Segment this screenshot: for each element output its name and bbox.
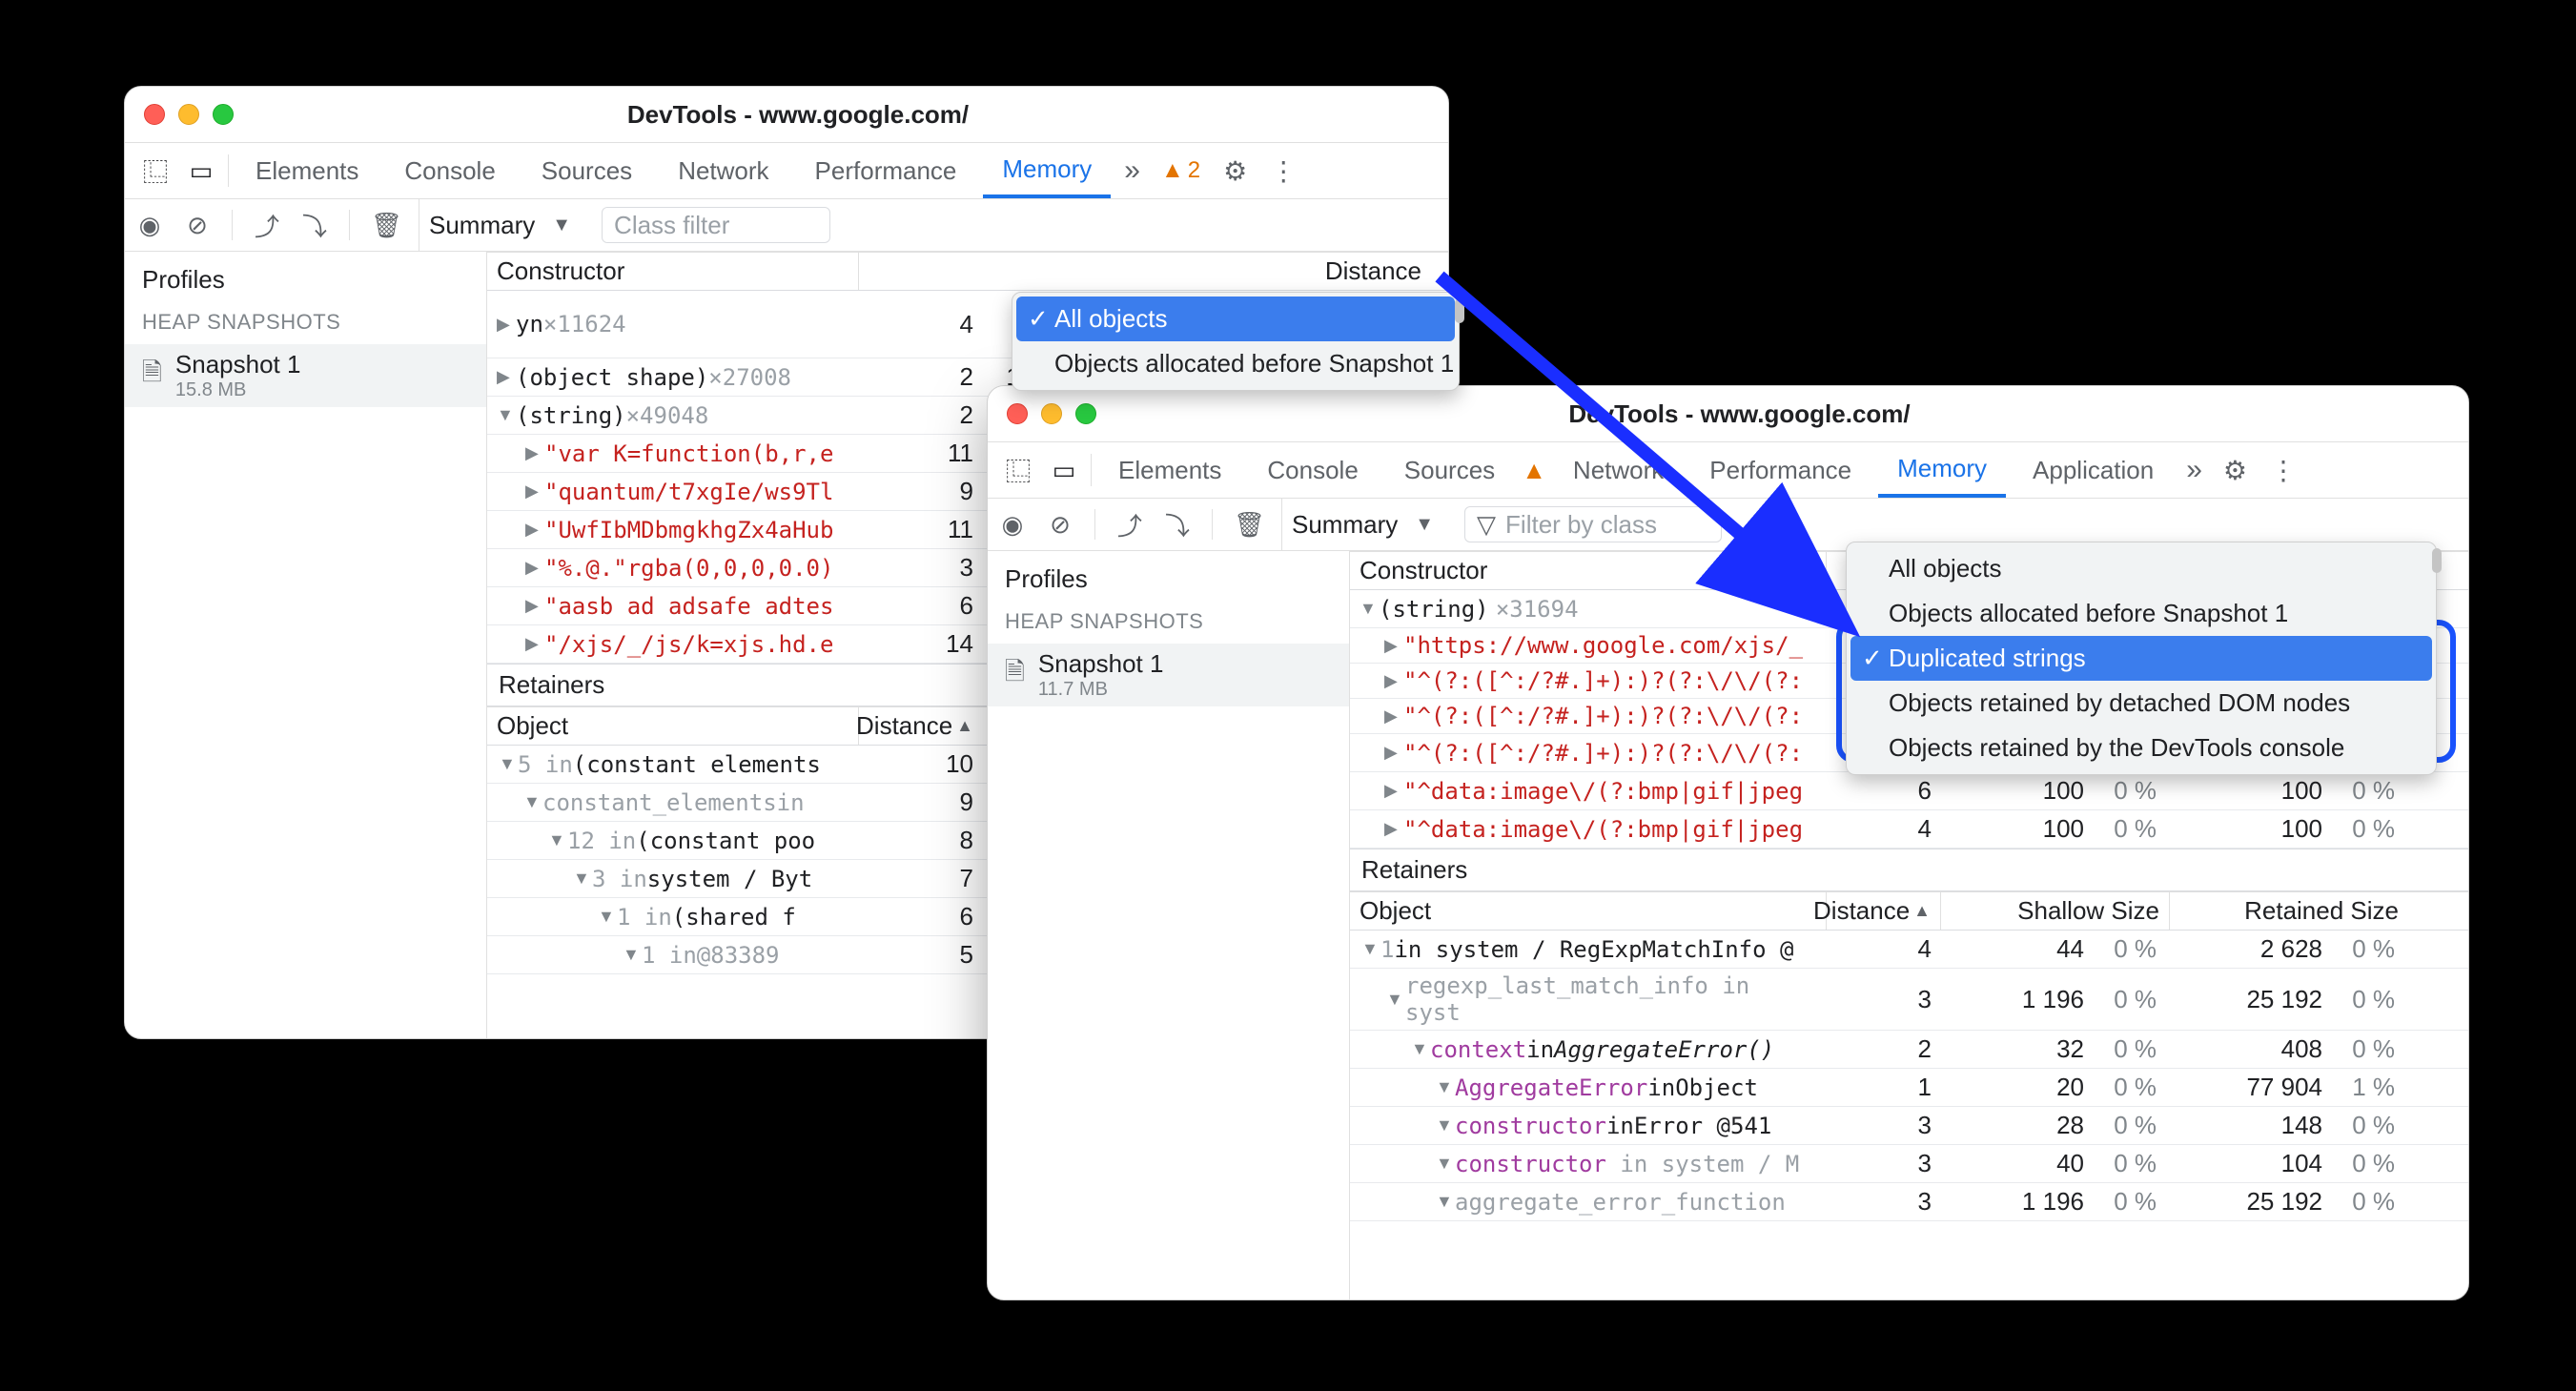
tab-network[interactable]: Network	[659, 143, 787, 198]
snapshot-size: 15.8 MB	[175, 379, 301, 401]
clear-icon[interactable]: ⊘	[1047, 510, 1073, 540]
chevron-more-icon[interactable]: »	[1118, 154, 1146, 187]
view-select[interactable]: Summary ▼	[419, 199, 581, 251]
minimize-icon[interactable]	[178, 104, 199, 125]
view-select-label: Summary	[1292, 510, 1398, 540]
retainers-label: Retainers	[1350, 849, 2468, 891]
chevron-down-icon: ▼	[552, 215, 571, 236]
view-select-label: Summary	[429, 211, 535, 240]
gc-icon[interactable]: 🗑	[1234, 510, 1260, 540]
dropdown-opt[interactable]: Objects retained by detached DOM nodes	[1850, 681, 2432, 726]
window-title: DevTools - www.google.com/	[234, 100, 1362, 130]
table-row[interactable]: ▼constructor in Error @5413280 %1480 %	[1350, 1107, 2468, 1145]
snapshot-icon: 🗎	[142, 355, 162, 397]
class-filter-placeholder: Class filter	[614, 211, 729, 240]
gc-icon[interactable]: 🗑	[371, 211, 398, 240]
inspect-icon[interactable]: ⿺	[136, 153, 174, 189]
tab-elements[interactable]: Elements	[1099, 442, 1240, 498]
dropdown-opt-all[interactable]: All objects	[1016, 297, 1455, 341]
tab-application[interactable]: Application	[2014, 442, 2173, 498]
table-row[interactable]: ▶"^data:image\/(?:bmp|gif|jpeg61000 %100…	[1350, 772, 2468, 810]
warning-count: 2	[1188, 157, 1200, 184]
object-filter-dropdown[interactable]: All objects Objects allocated before Sna…	[1846, 542, 2437, 775]
dropdown-opt[interactable]: Objects retained by the DevTools console	[1850, 726, 2432, 770]
import-icon[interactable]: ⤵	[1164, 507, 1191, 542]
tab-sources[interactable]: Sources	[522, 143, 651, 198]
record-icon[interactable]: ◉	[999, 510, 1026, 540]
dropdown-opt-selected[interactable]: Duplicated strings	[1850, 636, 2432, 681]
table-row[interactable]: ▼1 in system / RegExpMatchInfo @4440 %2 …	[1350, 931, 2468, 969]
import-icon[interactable]: ⤵	[301, 208, 328, 243]
chevron-more-icon[interactable]: »	[2180, 454, 2208, 486]
kebab-icon[interactable]: ⋮	[1262, 155, 1304, 187]
col-object[interactable]: Object	[487, 707, 859, 745]
record-icon[interactable]: ◉	[136, 211, 163, 240]
minimize-icon[interactable]	[1041, 403, 1062, 424]
snapshot-size: 11.7 MB	[1038, 679, 1164, 701]
table-row[interactable]: ▼constructor in system / M3400 %1040 %	[1350, 1145, 2468, 1183]
heap-snapshots-heading: HEAP SNAPSHOTS	[988, 609, 1349, 644]
tab-memory[interactable]: Memory	[1878, 442, 2006, 498]
tab-performance[interactable]: Performance	[796, 143, 976, 198]
clear-icon[interactable]: ⊘	[184, 211, 211, 240]
gear-icon[interactable]: ⚙	[2216, 455, 2255, 486]
warning-badge[interactable]: ▲2	[1154, 157, 1208, 184]
tab-console[interactable]: Console	[1248, 442, 1377, 498]
table-row[interactable]: ▼regexp_last_match_info in syst31 1960 %…	[1350, 969, 2468, 1031]
window-controls[interactable]	[144, 104, 234, 125]
device-icon[interactable]: ▭	[182, 156, 220, 186]
maximize-icon[interactable]	[1075, 403, 1096, 424]
table-row[interactable]: ▶"^data:image\/(?:bmp|gif|jpeg41000 %100…	[1350, 810, 2468, 849]
tab-console[interactable]: Console	[385, 143, 514, 198]
inspect-icon[interactable]: ⿺	[999, 453, 1037, 488]
snapshot-name: Snapshot 1	[175, 350, 301, 378]
object-filter-dropdown[interactable]: All objects Objects allocated before Sna…	[1012, 292, 1460, 391]
col-retained[interactable]: Retained Size	[2170, 892, 2408, 930]
table-row[interactable]: ▼context in AggregateError()2320 %4080 %	[1350, 1031, 2468, 1069]
close-icon[interactable]	[1007, 403, 1028, 424]
tab-memory[interactable]: Memory	[983, 143, 1111, 198]
kebab-icon[interactable]: ⋮	[2262, 455, 2304, 486]
device-icon[interactable]: ▭	[1045, 456, 1083, 485]
profiles-heading: Profiles	[125, 265, 486, 310]
snapshot-icon: 🗎	[1005, 654, 1025, 696]
snapshot-item[interactable]: 🗎 Snapshot 1 15.8 MB	[125, 344, 486, 407]
dropdown-opt[interactable]: All objects	[1850, 546, 2432, 591]
maximize-icon[interactable]	[213, 104, 234, 125]
window-controls[interactable]	[1007, 403, 1096, 424]
export-icon[interactable]: ⤴	[1116, 507, 1143, 542]
annotation-arrow	[1421, 257, 1878, 658]
gear-icon[interactable]: ⚙	[1216, 155, 1255, 187]
col-distance[interactable]: Distance	[859, 253, 1431, 290]
col-shallow[interactable]: Shallow Size	[1941, 892, 2170, 930]
dropdown-opt[interactable]: Objects allocated before Snapshot 1	[1850, 591, 2432, 636]
view-select[interactable]: Summary ▼	[1281, 499, 1443, 550]
col-distance[interactable]: Distance▲	[1827, 892, 1941, 930]
close-icon[interactable]	[144, 104, 165, 125]
profiles-heading: Profiles	[988, 564, 1349, 609]
table-row[interactable]: ▼aggregate_error_function31 1960 %25 192…	[1350, 1183, 2468, 1221]
col-constructor[interactable]: Constructor	[487, 253, 859, 290]
dropdown-scrollbar[interactable]	[2432, 548, 2442, 573]
col-distance-r[interactable]: Distance▲	[859, 707, 983, 745]
dropdown-opt-before[interactable]: Objects allocated before Snapshot 1	[1016, 341, 1455, 386]
col-object[interactable]: Object	[1350, 892, 1827, 930]
snapshot-name: Snapshot 1	[1038, 649, 1164, 678]
heap-snapshots-heading: HEAP SNAPSHOTS	[125, 310, 486, 344]
export-icon[interactable]: ⤴	[254, 208, 280, 243]
tab-elements[interactable]: Elements	[236, 143, 378, 198]
table-row[interactable]: ▼AggregateError in Object1200 %77 9041 %	[1350, 1069, 2468, 1107]
class-filter-input[interactable]: Class filter	[602, 207, 830, 243]
snapshot-item[interactable]: 🗎 Snapshot 1 11.7 MB	[988, 644, 1349, 706]
